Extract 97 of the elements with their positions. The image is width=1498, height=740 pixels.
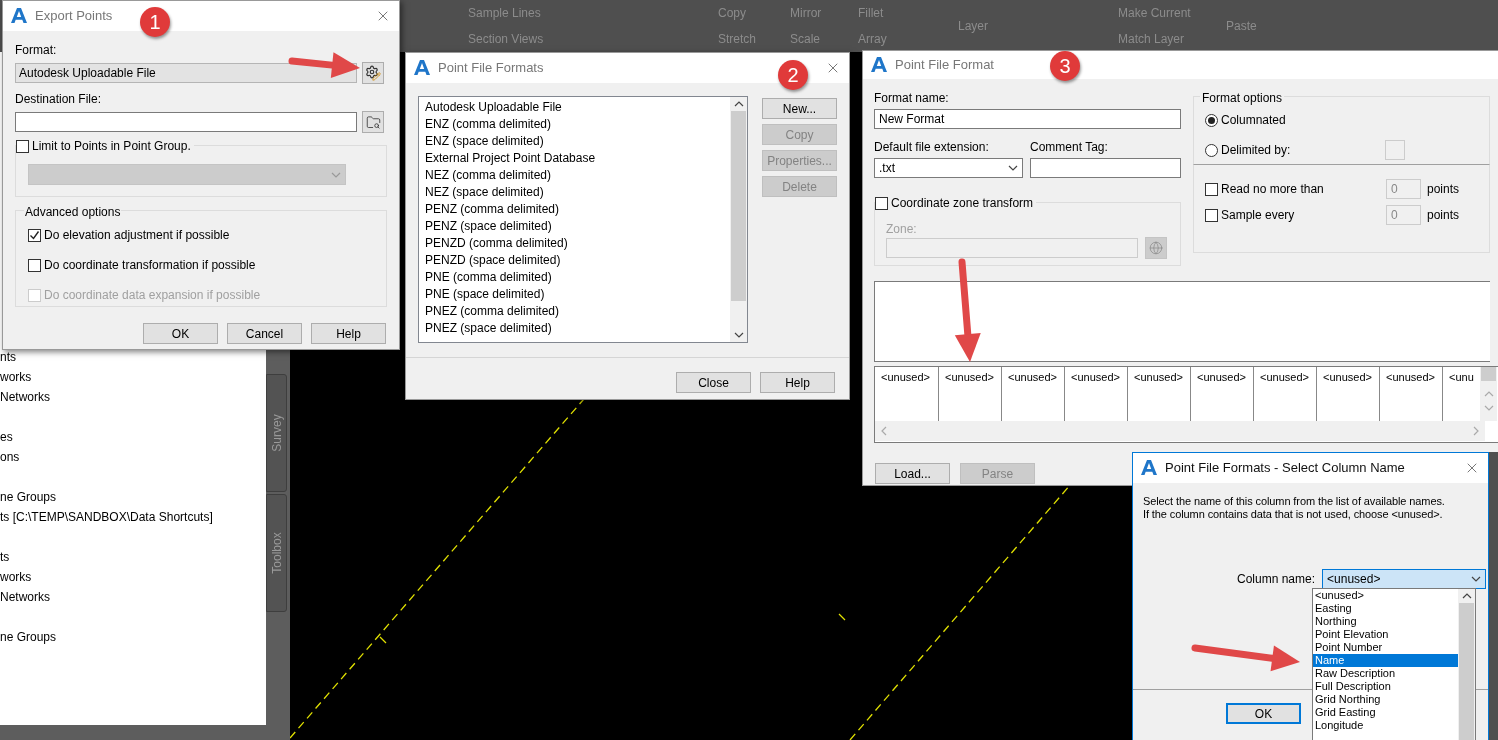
tree-item[interactable]: es [0, 427, 266, 447]
column-name-dropdown[interactable]: <unused> [1322, 569, 1487, 589]
checkbox[interactable] [1205, 182, 1218, 196]
checkbox-label: Sample every [1221, 207, 1295, 224]
field-label: Comment Tag: [1030, 139, 1109, 156]
tree-item[interactable]: ne Groups [0, 627, 266, 647]
dropdown-option[interactable]: Northing [1313, 615, 1458, 628]
checkbox[interactable] [28, 228, 41, 242]
checkbox-label: Read no more than [1221, 181, 1324, 198]
dropdown-option[interactable]: Name [1313, 654, 1458, 667]
dialog-button[interactable]: Load... [875, 463, 950, 484]
window-title: Point File Formats [438, 59, 544, 78]
radio-button[interactable] [1205, 113, 1218, 127]
dialog-button[interactable]: Help [311, 323, 386, 344]
dropdown-option[interactable]: Raw Description [1313, 667, 1458, 680]
destination-field[interactable] [15, 112, 357, 132]
dropdown-option[interactable]: Point Number [1313, 641, 1458, 654]
field-label: Default file extension: [874, 139, 990, 156]
checkbox[interactable] [28, 258, 41, 272]
tree-item[interactable]: Networks [0, 587, 266, 607]
dialog-button[interactable]: OK [143, 323, 218, 344]
list-item[interactable]: External Project Point Database [425, 150, 730, 167]
list-item[interactable]: PENZ (comma delimited) [425, 201, 730, 218]
field-label: Column name: [1237, 571, 1316, 588]
dialog-button[interactable]: Cancel [227, 323, 302, 344]
format-field[interactable]: Autodesk Uploadable File [15, 63, 357, 83]
unit-label: points [1427, 181, 1460, 198]
dropdown-option[interactable]: Point Elevation [1313, 628, 1458, 641]
tree-item[interactable]: Networks [0, 387, 266, 407]
list-item[interactable]: ENZ (space delimited) [425, 133, 730, 150]
chevron-down-icon[interactable] [1471, 576, 1482, 582]
dialog-button[interactable]: OK [1226, 703, 1301, 724]
tree-item[interactable]: nts [0, 347, 266, 367]
app-logo-icon [414, 59, 430, 77]
checkbox-label: Coordinate zone transform [891, 195, 1034, 212]
list-item[interactable]: NEZ (comma delimited) [425, 167, 730, 184]
app-logo-icon [11, 7, 27, 25]
dropdown-option[interactable]: Grid Easting [1313, 706, 1458, 719]
tree-item[interactable]: ts [C:\TEMP\SANDBOX\Data Shortcuts] [0, 507, 266, 527]
tree-item[interactable]: works [0, 567, 266, 587]
extension-dropdown[interactable]: .txt [874, 158, 1023, 178]
pointer-arrow [288, 52, 360, 79]
format-name-field[interactable]: New Format [874, 109, 1181, 129]
dialog-button[interactable]: Help [760, 372, 835, 393]
radio-button[interactable] [1205, 143, 1218, 157]
list-item[interactable]: PNE (comma delimited) [425, 269, 730, 286]
dialog-button[interactable]: Close [676, 372, 751, 393]
unit-label: points [1427, 207, 1460, 224]
list-item[interactable]: ENZ (comma delimited) [425, 116, 730, 133]
field-label: Zone: [886, 221, 917, 238]
edit-format-button[interactable] [362, 62, 384, 84]
list-item[interactable]: PNE (space delimited) [425, 286, 730, 303]
window-title: Point File Formats - Select Column Name [1165, 459, 1405, 478]
dropdown-option[interactable]: <unused> [1313, 589, 1458, 602]
scrollbar[interactable] [1458, 589, 1475, 740]
dropdown-option[interactable]: Grid Northing [1313, 693, 1458, 706]
checkbox[interactable] [875, 196, 888, 210]
field-label: Format: [15, 42, 58, 59]
field-label: Format name: [874, 90, 950, 107]
window-title: Export Points [35, 7, 113, 26]
radio-label: Columnated [1221, 112, 1286, 129]
browse-button[interactable] [362, 111, 384, 133]
list-item[interactable]: PENZ (space delimited) [425, 218, 730, 235]
app-logo-icon [1141, 459, 1157, 477]
comment-tag-field[interactable] [1030, 158, 1181, 178]
dropdown-option[interactable]: Easting [1313, 602, 1458, 615]
instruction-text: Select the name of this column from the list of available names. If the column contains data that is not used, choose <unused>. [1142, 494, 1446, 521]
globe-icon [1149, 241, 1163, 255]
tree-item[interactable]: ne Groups [0, 487, 266, 507]
window-title: Point File Format [895, 56, 994, 75]
list-item[interactable]: NEZ (space delimited) [425, 184, 730, 201]
tree-item[interactable]: works [0, 367, 266, 387]
gear-pencil-icon [365, 65, 381, 81]
column-header[interactable]: <unused> [875, 367, 938, 421]
checkbox-label: Limit to Points in Point Group. [32, 138, 191, 155]
dialog-button[interactable]: New... [762, 98, 837, 119]
list-item[interactable]: PNEZ (space delimited) [425, 320, 730, 337]
checkbox[interactable] [1205, 208, 1218, 222]
list-item[interactable]: PENZD (space delimited) [425, 252, 730, 269]
scrollbar[interactable] [730, 97, 747, 342]
field-label: Destination File: [15, 91, 103, 108]
dropdown-option[interactable]: Full Description [1313, 680, 1458, 693]
folder-search-icon [365, 114, 381, 130]
delimiter-field[interactable] [1385, 140, 1406, 160]
list-item[interactable]: PENZD (comma delimited) [425, 235, 730, 252]
tree-item[interactable]: ts [0, 547, 266, 567]
app-logo-icon [871, 56, 887, 74]
checkbox-label: Do coordinate transformation if possible [44, 257, 256, 274]
list-item[interactable]: PNEZ (comma delimited) [425, 303, 730, 320]
tree-item[interactable]: ons [0, 447, 266, 467]
checkbox[interactable] [16, 139, 29, 153]
list-item[interactable]: Autodesk Uploadable File [425, 99, 730, 116]
chevron-down-icon[interactable] [1008, 165, 1018, 171]
dropdown-option[interactable]: Longitude [1313, 719, 1458, 732]
checkbox-label: Do coordinate data expansion if possible [44, 287, 261, 304]
checkbox-label: Do elevation adjustment if possible [44, 227, 230, 244]
radio-label: Delimited by: [1221, 142, 1291, 159]
